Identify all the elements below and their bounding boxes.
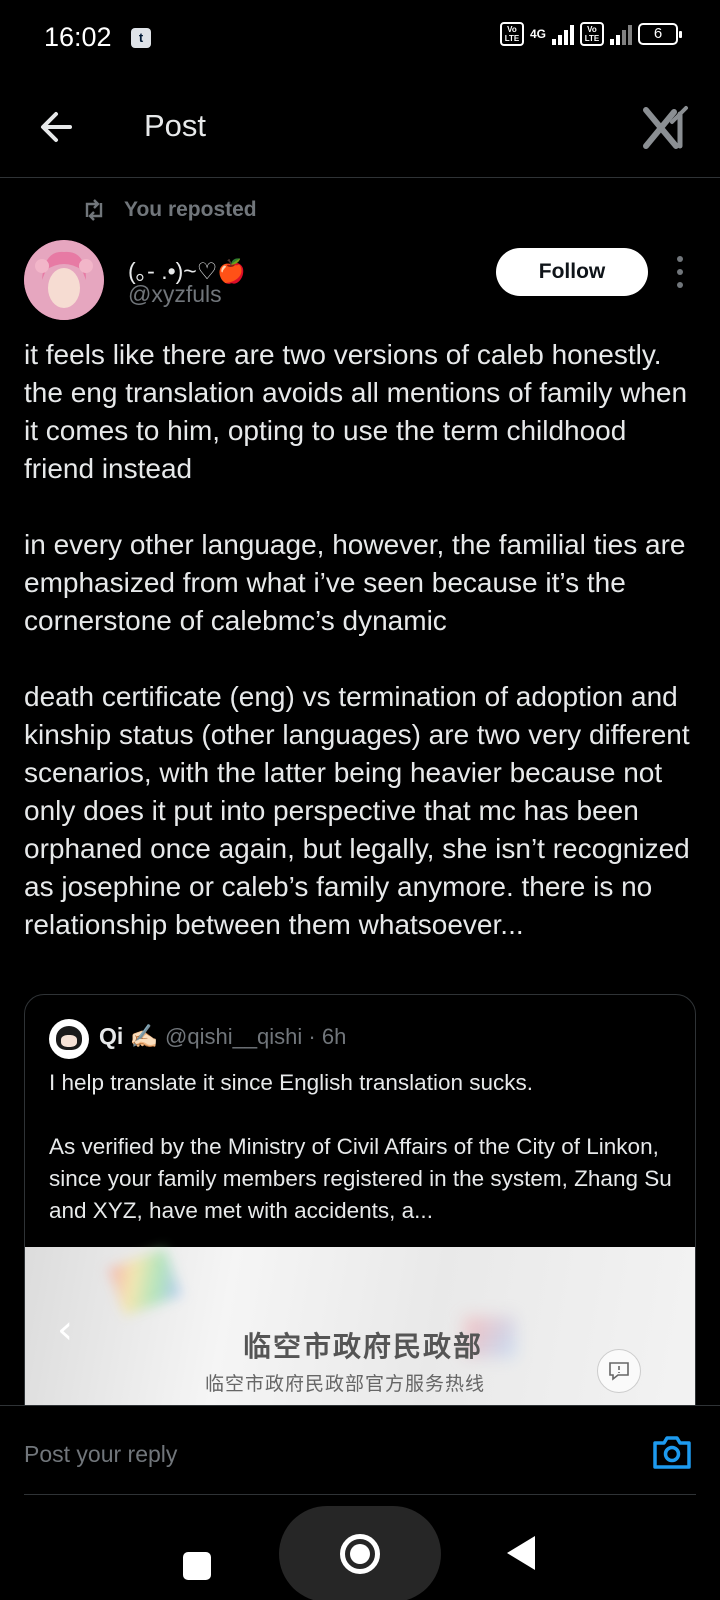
quoted-text: I help translate it since English transl… xyxy=(49,1067,673,1259)
reply-input[interactable] xyxy=(24,1436,584,1472)
camera-icon[interactable] xyxy=(652,1434,692,1470)
media-subtitle: 临空市政府民政部官方服务热线 xyxy=(205,1373,486,1395)
avatar[interactable] xyxy=(24,240,104,320)
more-options-icon[interactable] xyxy=(670,256,690,288)
x-logo-icon[interactable] xyxy=(642,102,692,152)
quoted-paragraph: As verified by the Ministry of Civil Aff… xyxy=(49,1134,672,1223)
author-handle[interactable]: @xyzfuls xyxy=(128,281,222,308)
quoted-avatar xyxy=(49,1019,89,1059)
chat-bubble-icon xyxy=(597,1349,641,1393)
battery-icon: 6 xyxy=(638,23,682,45)
repost-icon xyxy=(85,199,103,221)
media-title: 临空市政府民政部 xyxy=(243,1330,484,1363)
volte-icon-2: Vo LTE xyxy=(580,22,604,46)
status-bar: 16:02 t Vo LTE 4G Vo LTE 6 xyxy=(0,0,720,78)
quoted-paragraph: I help translate it since English transl… xyxy=(49,1070,533,1095)
top-app-bar: Post xyxy=(0,78,720,178)
divider xyxy=(24,1494,696,1495)
network-type: 4G xyxy=(529,27,546,41)
system-icons: Vo LTE 4G Vo LTE 6 xyxy=(499,22,682,46)
recents-icon[interactable] xyxy=(183,1552,211,1580)
volte-icon: Vo LTE xyxy=(499,22,524,46)
quoted-post[interactable]: Qi ✍🏻 @qishi__qishi · 6h I help translat… xyxy=(24,994,696,1434)
light-flare xyxy=(108,1248,182,1316)
chevron-left-icon: ‹ xyxy=(57,1307,73,1353)
arrow-left-icon xyxy=(41,112,72,142)
system-navigation-bar xyxy=(0,1500,720,1600)
post-paragraph: in every other language, however, the fa… xyxy=(24,529,686,636)
tumblr-notification-icon: t xyxy=(131,28,151,48)
repost-label: You reposted xyxy=(124,198,257,221)
avatar-image xyxy=(24,240,104,320)
page-title: Post xyxy=(144,108,207,143)
quoted-handle-time: @qishi__qishi · 6h xyxy=(165,1024,347,1049)
repost-indicator: You reposted xyxy=(82,198,257,222)
follow-button[interactable]: Follow xyxy=(496,248,648,296)
post-paragraph: it feels like there are two versions of … xyxy=(24,339,688,484)
signal-icon xyxy=(552,23,574,45)
home-icon[interactable] xyxy=(340,1534,380,1574)
post-text: it feels like there are two versions of … xyxy=(24,336,700,944)
reply-bar xyxy=(0,1405,720,1499)
clock: 16:02 xyxy=(44,22,112,52)
signal-icon-2 xyxy=(610,23,632,45)
back-triangle-icon[interactable] xyxy=(507,1536,535,1570)
quoted-display-name: Qi ✍🏻 xyxy=(99,1023,159,1049)
back-button[interactable] xyxy=(34,102,84,152)
post-paragraph: death certificate (eng) vs termination o… xyxy=(24,681,690,940)
